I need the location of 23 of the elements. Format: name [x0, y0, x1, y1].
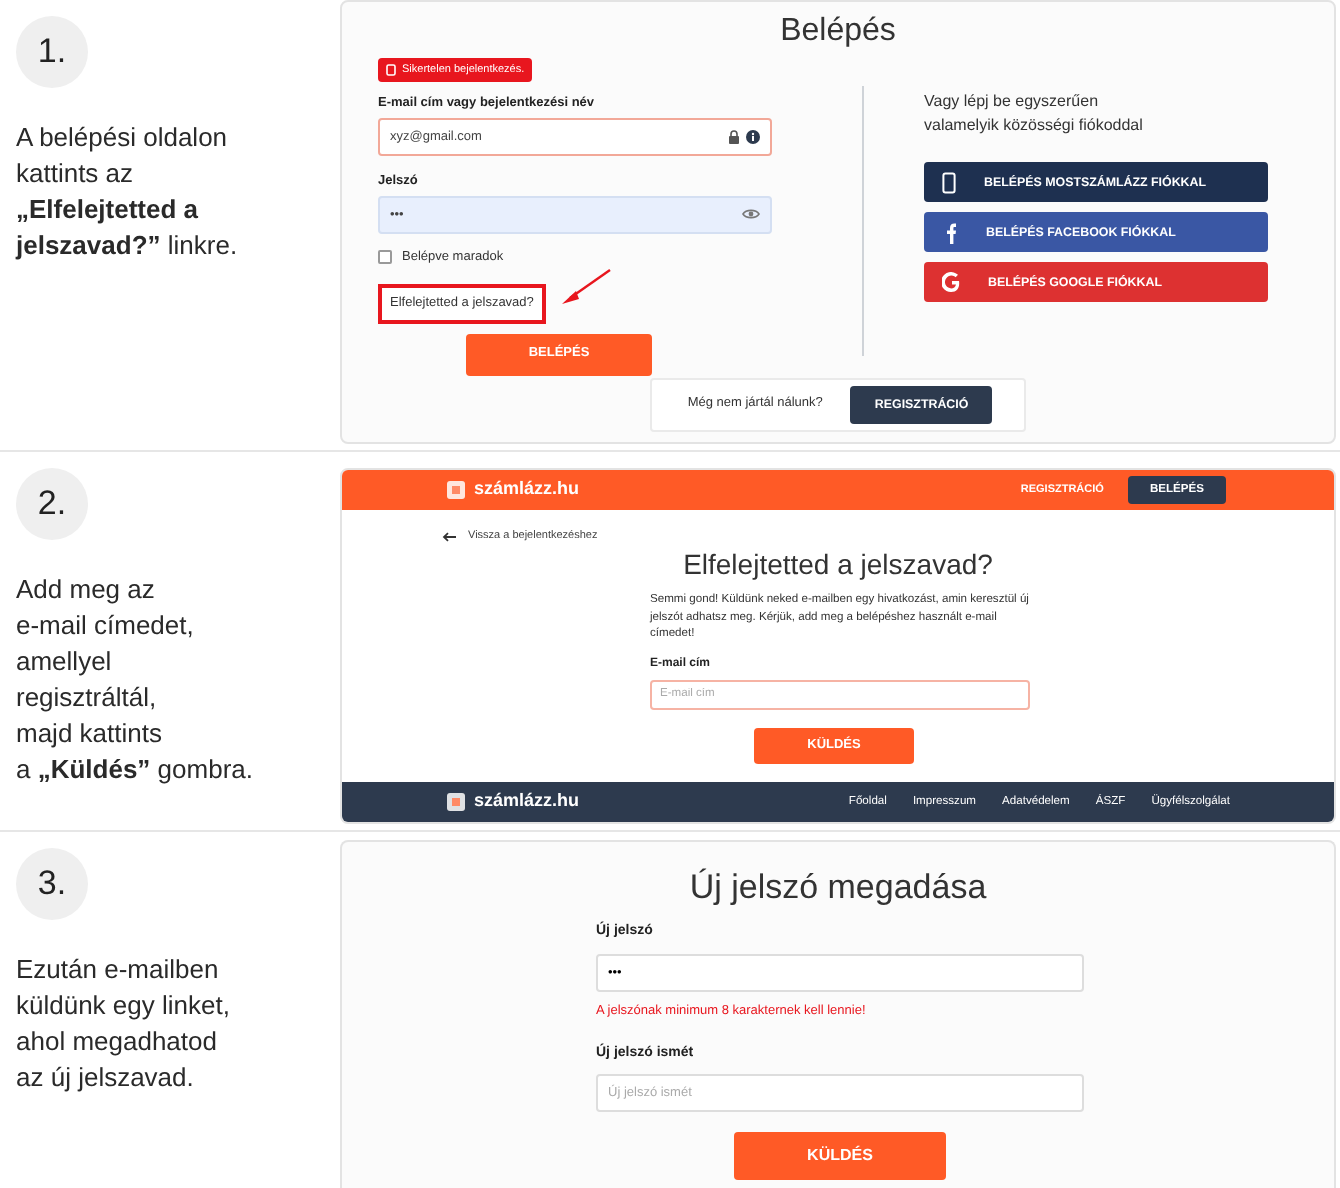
- alert-icon: [386, 64, 396, 77]
- back-arrow-icon: [442, 531, 456, 542]
- page-title: Új jelszó megadása: [689, 868, 987, 909]
- step-text: A belépési oldalon kattints az „Elfelejtetted a jelszavad?” linkre.: [16, 120, 240, 264]
- page-title: Belépés: [778, 12, 898, 51]
- page-title: Elfelejtetted a jelszavad?: [681, 548, 995, 583]
- intro-text: Vagy lépj be egyszerűen valamelyik közösségi fiókoddal: [924, 90, 1145, 139]
- step-text: Ezután e-mailben küldünk egy linket, ahol megadhatod az új jelszavad.: [16, 952, 232, 1096]
- lock-icon: [728, 130, 740, 145]
- step-number: 1.: [16, 16, 88, 88]
- logo-text: számlázz.hu: [474, 476, 580, 503]
- logo-icon: [446, 792, 466, 812]
- step-number: 3.: [16, 848, 88, 920]
- logo-icon: [446, 480, 466, 500]
- step-number: 2.: [16, 468, 88, 540]
- google-icon: [942, 272, 960, 293]
- facebook-icon: [942, 221, 958, 244]
- checkbox[interactable]: [378, 250, 392, 265]
- step-text: Add meg az e-mail címedet, amellyel regisztráltál, majd kattints a „Küldés” gombra.: [16, 572, 255, 788]
- eye-icon: [742, 208, 760, 221]
- phone-icon: [942, 171, 956, 194]
- logo-text: számlázz.hu: [474, 788, 580, 815]
- info-icon: [746, 130, 760, 145]
